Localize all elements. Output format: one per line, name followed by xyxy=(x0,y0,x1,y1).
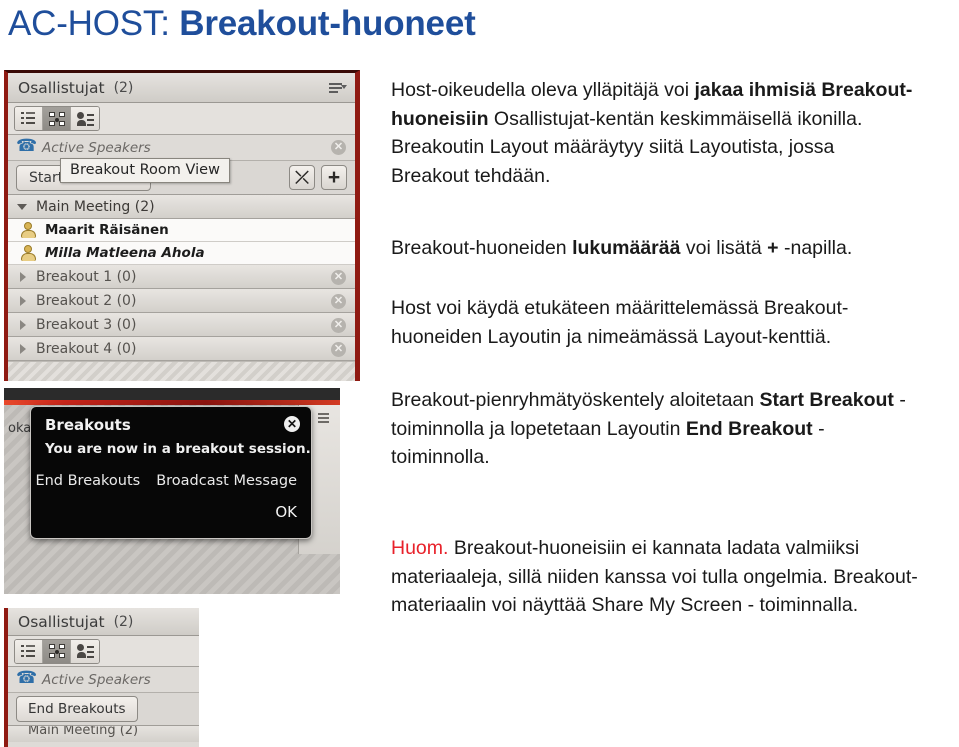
broadcast-message-button[interactable]: Broadcast Message xyxy=(156,473,297,489)
breakout-rooms-icon xyxy=(48,644,65,658)
view-mode-button-group xyxy=(14,106,100,131)
paragraph-5-note: Huom. Breakout-huoneisiin ei kannata lad… xyxy=(391,534,951,620)
name-view-button[interactable] xyxy=(71,639,99,663)
add-room-button[interactable]: + xyxy=(321,165,347,190)
app-titlebar xyxy=(4,388,340,400)
p4-text-1: Breakout-pienryhmätyöskentely aloitetaan xyxy=(391,389,760,411)
phone-icon xyxy=(16,136,37,156)
participant-name: Maarit Räisänen xyxy=(45,222,169,238)
active-speakers-label: Active Speakers xyxy=(42,671,151,688)
pod-header: Osallistujat (2) xyxy=(8,73,355,103)
pod-toolbar xyxy=(8,103,355,135)
list-view-button[interactable] xyxy=(15,639,43,663)
active-speakers-label: Active Speakers xyxy=(42,139,151,156)
end-breakouts-row: End Breakouts xyxy=(8,693,199,726)
p3-text-1: Host voi käydä etukäteen määrittelemässä… xyxy=(391,297,849,348)
paragraph-1: Host-oikeudella oleva ylläpitäjä voi jak… xyxy=(391,76,916,190)
person-list-icon xyxy=(76,644,94,658)
panel-menu-icon[interactable] xyxy=(318,413,334,423)
close-icon[interactable]: ✕ xyxy=(331,342,346,357)
p2-text-3: -napilla. xyxy=(778,237,853,259)
paragraph-3: Host voi käydä etukäteen määrittelemässä… xyxy=(391,294,921,351)
page-title-main: Breakout-huoneet xyxy=(179,4,476,43)
breakout-rooms-icon xyxy=(48,111,65,126)
screenshot-breakout-dialog: oka Breakouts ✕ You are now in a breakou… xyxy=(4,388,340,594)
list-icon xyxy=(20,644,37,658)
p2-bold-1: lukumäärää xyxy=(572,237,681,259)
close-icon[interactable]: ✕ xyxy=(331,294,346,309)
list-item[interactable]: Milla Matleena Ahola xyxy=(8,242,355,265)
breakout-room-label: Breakout 3 (0) xyxy=(36,316,137,333)
breakout-room-view-tooltip: Breakout Room View xyxy=(60,158,230,183)
pod-toolbar xyxy=(8,636,199,667)
ok-button[interactable]: OK xyxy=(275,503,297,521)
p4-bold-1: Start Breakout xyxy=(759,389,894,411)
pod-menu-icon[interactable] xyxy=(329,80,347,95)
breakout-room-view-button[interactable] xyxy=(43,639,71,663)
chevron-right-icon[interactable] xyxy=(20,295,26,306)
chevron-right-icon[interactable] xyxy=(20,319,26,330)
clipped-main-meeting-label: Main Meeting (2) xyxy=(28,726,139,738)
breakout-room-row[interactable]: Breakout 1 (0) ✕ xyxy=(8,265,355,289)
avatar xyxy=(20,222,37,238)
close-icon[interactable]: ✕ xyxy=(284,416,300,432)
list-view-button[interactable] xyxy=(15,107,43,130)
p5-text-1: Breakout-huoneisiin ei kannata ladata va… xyxy=(391,537,918,616)
participant-name: Milla Matleena Ahola xyxy=(45,245,205,261)
screenshot-bottom-pod: Osallistujat (2) Activ xyxy=(4,608,199,747)
pod-count: (2) xyxy=(113,79,134,96)
pod-count: (2) xyxy=(113,613,134,630)
breakouts-dialog: Breakouts ✕ You are now in a breakout se… xyxy=(30,406,312,539)
main-meeting-label: Main Meeting (2) xyxy=(36,198,155,215)
p2-text-2: voi lisätä xyxy=(680,237,768,259)
chevron-down-icon[interactable] xyxy=(17,203,27,210)
p2-bold-2: + xyxy=(767,237,779,259)
clipped-main-meeting-row: Main Meeting (2) xyxy=(8,726,199,742)
partial-pod-label: oka xyxy=(8,421,32,436)
pod-header: Osallistujat (2) xyxy=(8,608,199,636)
chevron-right-icon[interactable] xyxy=(20,271,26,282)
view-mode-button-group xyxy=(14,638,100,664)
screenshot-participants-pod: Osallistujat (2) ☎ Active Speakers ✕ Sta… xyxy=(4,70,360,381)
dialog-message: You are now in a breakout session. xyxy=(45,441,311,457)
breakout-room-view-button[interactable] xyxy=(43,107,71,130)
pod-title: Osallistujat xyxy=(18,612,105,631)
close-icon[interactable]: ✕ xyxy=(331,140,346,155)
note-marker: Huom. xyxy=(391,537,449,559)
active-speakers-row[interactable]: Active Speakers xyxy=(8,667,199,693)
slide-page: AC-HOST: Breakout-huoneet Osallistujat (… xyxy=(0,0,959,747)
end-breakouts-button[interactable]: End Breakouts xyxy=(35,473,140,489)
close-icon[interactable]: ✕ xyxy=(331,318,346,333)
page-title-prefix: AC-HOST: xyxy=(8,4,180,43)
breakout-room-label: Breakout 4 (0) xyxy=(36,340,137,357)
paragraph-2: Breakout-huoneiden lukumäärää voi lisätä… xyxy=(391,234,939,263)
avatar xyxy=(20,245,37,261)
dialog-actions: End Breakouts Broadcast Message xyxy=(31,473,297,489)
dialog-title: Breakouts xyxy=(45,416,131,434)
empty-hatched-area xyxy=(8,361,355,381)
paragraph-4: Breakout-pienryhmätyöskentely aloitetaan… xyxy=(391,386,911,472)
phone-icon xyxy=(16,668,37,688)
breakout-room-label: Breakout 2 (0) xyxy=(36,292,137,309)
breakout-room-row[interactable]: Breakout 2 (0) ✕ xyxy=(8,289,355,313)
list-icon xyxy=(20,112,37,125)
page-title: AC-HOST: Breakout-huoneet xyxy=(8,2,476,46)
breakout-room-row[interactable]: Breakout 4 (0) ✕ xyxy=(8,337,355,361)
breakout-room-row[interactable]: Breakout 3 (0) ✕ xyxy=(8,313,355,337)
shuffle-icon-button[interactable]: ⤫ xyxy=(289,165,315,190)
list-item[interactable]: Maarit Räisänen xyxy=(8,219,355,242)
breakout-room-label: Breakout 1 (0) xyxy=(36,268,137,285)
name-view-button[interactable] xyxy=(71,107,99,130)
close-icon[interactable]: ✕ xyxy=(331,270,346,285)
p2-text-1: Breakout-huoneiden xyxy=(391,237,573,259)
person-list-icon xyxy=(76,111,94,126)
p4-bold-2: End Breakout xyxy=(685,417,813,440)
red-accent-strip xyxy=(4,400,340,405)
chevron-right-icon[interactable] xyxy=(20,343,26,354)
main-meeting-group-row[interactable]: Main Meeting (2) xyxy=(8,195,355,219)
p1-text-1: Host-oikeudella oleva ylläpitäjä voi xyxy=(391,79,695,101)
pod-title: Osallistujat xyxy=(18,78,105,97)
end-breakouts-button[interactable]: End Breakouts xyxy=(16,696,138,722)
